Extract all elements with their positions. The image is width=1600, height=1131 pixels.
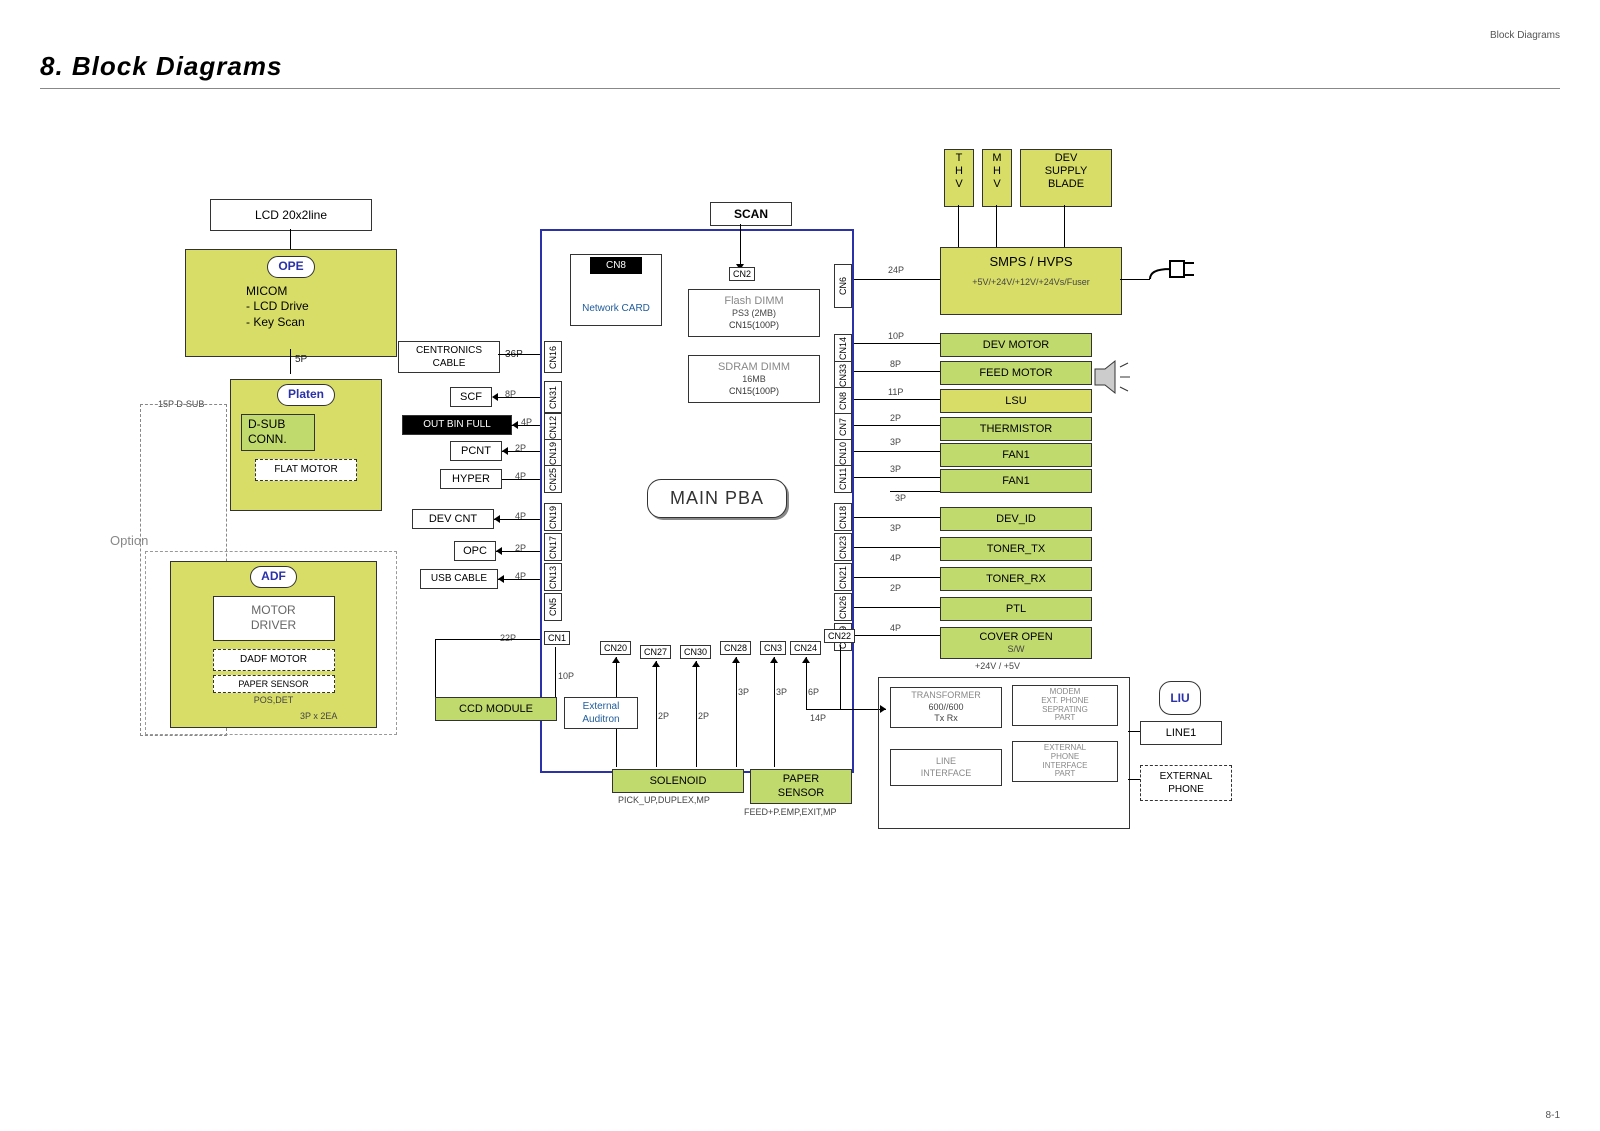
ope-pin: 5P: [295, 354, 307, 365]
cn-l-5: CN19: [544, 503, 562, 531]
cnb-0: CN20: [600, 641, 631, 655]
cn-r-0: CN6: [834, 264, 852, 308]
external-phone: EXTERNAL PHONE: [1140, 765, 1232, 801]
option-label: Option: [110, 533, 148, 548]
flash-dimm: Flash DIMM PS3 (2MB) CN15(100P): [688, 289, 820, 337]
cn8-box: CN8 Network CARD: [570, 254, 662, 326]
scan-box: SCAN: [710, 202, 792, 226]
cn2: CN2: [729, 267, 755, 281]
opc: OPC: [454, 541, 496, 561]
cover-open: COVER OPENS/W: [940, 627, 1092, 659]
line1: LINE1: [1140, 721, 1222, 745]
speaker-icon: [1090, 357, 1140, 397]
cn-r-4: CN7: [834, 413, 852, 441]
ope-micom: MICOM: [246, 284, 396, 300]
ext-phone-int: EXTERNAL PHONE INTERFACE PART: [1012, 741, 1118, 782]
liu-pill: LIU: [1159, 681, 1200, 715]
thermistor: THERMISTOR: [940, 417, 1092, 441]
paper-sensor: PAPERSENSOR: [750, 769, 852, 804]
cn-r-6: CN11: [834, 465, 852, 493]
liu-pill-box: LIU: [1140, 681, 1220, 709]
dsub-conn: D-SUBCONN.: [241, 414, 315, 451]
centronics: CENTRONICS CABLE: [398, 341, 500, 373]
cn-r-9: CN21: [834, 563, 852, 591]
platen-pill: Platen: [277, 384, 335, 406]
line-interface: LINE INTERFACE: [890, 749, 1002, 786]
ccd-module: CCD MODULE: [435, 697, 557, 721]
platen-panel: Platen D-SUBCONN. FLAT MOTOR: [230, 379, 382, 511]
transformer: TRANSFORMER600//600Tx Rx: [890, 687, 1002, 728]
cnb-3: CN28: [720, 641, 751, 655]
cnb-4: CN3: [760, 641, 786, 655]
toner-tx: TONER_TX: [940, 537, 1092, 561]
dev-motor: DEV MOTOR: [940, 333, 1092, 357]
page-title: 8. Block Diagrams: [40, 51, 1560, 89]
cn-l-4: CN25: [544, 465, 562, 493]
cn-l-6: CN17: [544, 533, 562, 561]
hyper: HYPER: [440, 469, 502, 489]
dev-cnt: DEV CNT: [412, 509, 494, 529]
adf-panel: ADF MOTORDRIVER DADF MOTOR PAPER SENSOR …: [170, 561, 377, 728]
lcd-box: LCD 20x2line: [210, 199, 372, 231]
cnb-5: CN24: [790, 641, 821, 655]
motor-driver: MOTORDRIVER: [213, 596, 335, 641]
cn-l-1: CN31: [544, 381, 562, 413]
cn-r-10: CN26: [834, 593, 852, 621]
adf-3p: 3P x 2EA: [300, 711, 337, 721]
ptl: PTL: [940, 597, 1092, 621]
diagram-stage: MAIN PBA LCD 20x2line OPE MICOM - LCD Dr…: [40, 109, 1540, 1009]
usb-cable: USB CABLE: [420, 569, 498, 589]
paper-sensor-sub: FEED+P.EMP,EXIT,MP: [744, 807, 836, 817]
cn-r-7: CN18: [834, 503, 852, 531]
dev-supply: DEV SUPPLY BLADE: [1020, 149, 1112, 207]
main-pba-label: MAIN PBA: [647, 479, 787, 518]
ope-key-scan: - Key Scan: [246, 315, 396, 331]
cn-r-2: CN33: [834, 361, 852, 389]
adf-pill: ADF: [250, 566, 297, 588]
ext-auditron: ExternalAuditron: [564, 697, 638, 729]
fan1b: FAN1: [940, 469, 1092, 493]
cn1: CN1: [544, 631, 570, 645]
fan1a: FAN1: [940, 443, 1092, 467]
smps-hvps: SMPS / HVPS +5V/+24V/+12V/+24Vs/Fuser: [940, 247, 1122, 315]
ope-pill: OPE: [267, 256, 314, 278]
header-corner: Block Diagrams: [40, 30, 1560, 41]
cn-r-5: CN10: [834, 439, 852, 467]
cn-l-8: CN5: [544, 593, 562, 621]
cnb-2: CN30: [680, 645, 711, 659]
ope-lcd-drive: - LCD Drive: [246, 299, 396, 315]
thv: T H V: [944, 149, 974, 207]
solenoid: SOLENOID: [612, 769, 744, 793]
dev-id: DEV_ID: [940, 507, 1092, 531]
cover-sub: +24V / +5V: [975, 661, 1020, 671]
cn-l-3: CN19: [544, 439, 562, 467]
cn-r-1: CN14: [834, 334, 852, 362]
flat-motor: FLAT MOTOR: [255, 459, 357, 481]
cnb-6: CN22: [824, 629, 855, 643]
plug-icon: [1140, 249, 1200, 289]
dadf-motor: DADF MOTOR: [213, 649, 335, 671]
lsu: LSU: [940, 389, 1092, 413]
solenoid-sub: PICK_UP,DUPLEX,MP: [618, 795, 710, 805]
cn-l-2: CN12: [544, 413, 562, 441]
network-card: Network CARD: [571, 302, 661, 315]
cn-r-8: CN23: [834, 533, 852, 561]
pcnt: PCNT: [450, 441, 502, 461]
ope-panel: OPE MICOM - LCD Drive - Key Scan: [185, 249, 397, 357]
scf: SCF: [450, 387, 492, 407]
mhv: M H V: [982, 149, 1012, 207]
feed-motor: FEED MOTOR: [940, 361, 1092, 385]
cnb-1: CN27: [640, 645, 671, 659]
sdram-dimm: SDRAM DIMM 16MB CN15(100P): [688, 355, 820, 403]
page-number: 8-1: [1546, 1110, 1560, 1121]
cn-l-0: CN16: [544, 341, 562, 373]
out-bin-full: OUT BIN FULL: [402, 415, 512, 435]
paper-sensor-adf: PAPER SENSOR: [213, 675, 335, 693]
cn-r-3: CN8: [834, 387, 852, 415]
cn-l-7: CN13: [544, 563, 562, 591]
toner-rx: TONER_RX: [940, 567, 1092, 591]
posdet: POS,DET: [171, 695, 376, 707]
cn8-label: CN8: [590, 257, 642, 274]
modem-part: MODEM EXT. PHONE SEPRATING PART: [1012, 685, 1118, 726]
